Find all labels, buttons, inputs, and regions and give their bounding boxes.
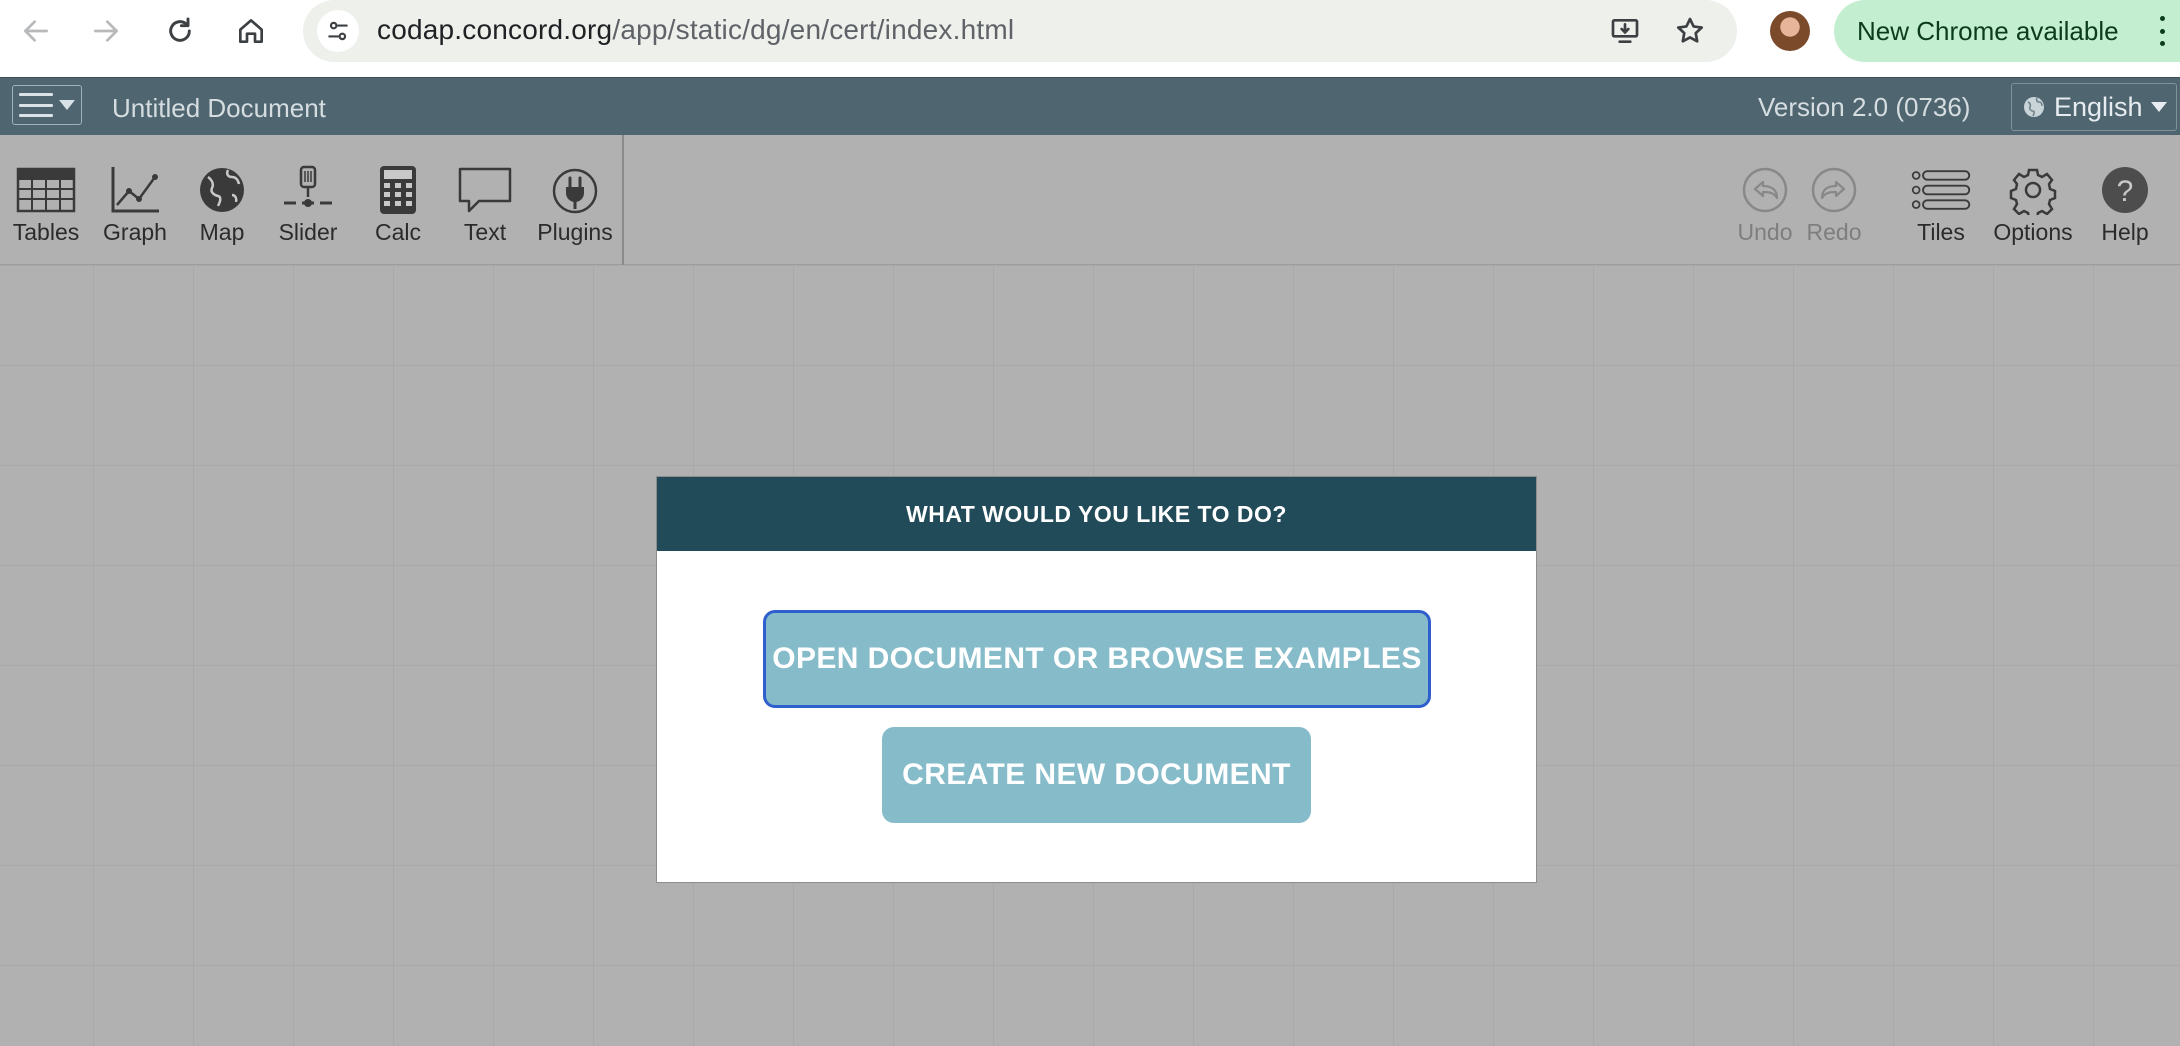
help-button[interactable]: ? Help <box>2082 165 2168 246</box>
text-label: Text <box>463 219 507 245</box>
new-chrome-available-button[interactable]: New Chrome available <box>1834 0 2180 62</box>
more-vert-icon <box>2158 16 2166 46</box>
help-label: Help <box>2101 219 2149 245</box>
forward-button[interactable] <box>86 11 126 51</box>
profile-avatar[interactable] <box>1770 11 1810 51</box>
open-document-button[interactable]: OPEN DOCUMENT OR BROWSE EXAMPLES <box>763 610 1431 708</box>
tiles-list-icon <box>1911 170 1971 210</box>
globe-icon <box>200 168 244 212</box>
chevron-down-icon <box>2150 102 2167 112</box>
slider-icon <box>284 165 332 207</box>
address-bar[interactable]: codap.concord.org/app/static/dg/en/cert/… <box>303 0 1737 62</box>
url-text: codap.concord.org/app/static/dg/en/cert/… <box>377 14 1014 46</box>
undo-icon <box>1742 167 1788 213</box>
codap-toolbar: Tables Graph Map Slider Calc Text Plugin… <box>0 135 2180 265</box>
startup-dialog: WHAT WOULD YOU LIKE TO DO? OPEN DOCUMENT… <box>656 476 1537 883</box>
tables-label: Tables <box>12 219 80 245</box>
calc-tool[interactable]: Calc <box>355 165 441 246</box>
home-button[interactable] <box>231 11 271 51</box>
map-label: Map <box>199 219 245 245</box>
site-settings-button[interactable] <box>317 10 359 52</box>
options-button[interactable]: Options <box>1990 165 2076 246</box>
speech-bubble-icon <box>458 167 512 213</box>
browser-toolbar: codap.concord.org/app/static/dg/en/cert/… <box>0 0 2180 77</box>
text-tool[interactable]: Text <box>442 165 528 246</box>
main-menu-button[interactable] <box>12 85 82 125</box>
back-button[interactable] <box>16 11 56 51</box>
tune-icon <box>328 21 348 41</box>
svg-text:?: ? <box>2117 175 2134 208</box>
version-label: Version 2.0 (0736) <box>1758 92 1971 122</box>
slider-tool[interactable]: Slider <box>265 165 351 246</box>
redo-button[interactable]: Redo <box>1791 165 1877 246</box>
plug-icon <box>552 168 598 214</box>
new-chrome-label: New Chrome available <box>1857 15 2119 46</box>
url-host: codap.concord.org <box>377 14 613 45</box>
document-title[interactable]: Untitled Document <box>112 93 326 124</box>
plugins-tool[interactable]: Plugins <box>532 165 618 246</box>
graph-icon <box>111 167 159 213</box>
back-arrow-icon <box>24 20 48 42</box>
chevron-down-icon <box>59 100 75 110</box>
hamburger-icon <box>19 93 53 117</box>
table-icon <box>16 167 76 213</box>
slider-label: Slider <box>278 219 338 245</box>
calc-label: Calc <box>374 219 421 245</box>
reload-icon <box>169 17 191 42</box>
tables-tool[interactable]: Tables <box>3 165 89 246</box>
language-label: English <box>2054 91 2143 122</box>
toolbar-divider <box>622 135 624 265</box>
create-new-document-button[interactable]: CREATE NEW DOCUMENT <box>882 727 1311 823</box>
graph-tool[interactable]: Graph <box>92 165 178 246</box>
globe-icon <box>2024 97 2044 117</box>
tiles-label: Tiles <box>1917 219 1965 245</box>
calculator-icon <box>380 166 416 214</box>
options-label: Options <box>1993 219 2073 245</box>
home-icon <box>239 19 263 43</box>
map-tool[interactable]: Map <box>179 165 265 246</box>
dialog-title: WHAT WOULD YOU LIKE TO DO? <box>657 477 1536 551</box>
reload-button[interactable] <box>160 11 200 51</box>
bookmark-button[interactable] <box>1671 12 1709 50</box>
tiles-button[interactable]: Tiles <box>1898 165 1984 246</box>
plugins-label: Plugins <box>537 219 613 245</box>
redo-icon <box>1811 167 1857 213</box>
redo-label: Redo <box>1806 219 1862 245</box>
help-icon: ? <box>2102 167 2148 213</box>
install-app-button[interactable] <box>1606 12 1644 50</box>
install-desktop-icon <box>1611 19 1639 43</box>
language-menu[interactable]: English <box>2011 83 2177 131</box>
star-icon <box>1676 17 1704 43</box>
gear-icon <box>2009 168 2057 215</box>
graph-label: Graph <box>103 219 167 245</box>
undo-label: Undo <box>1737 219 1793 245</box>
codap-menu-bar: Untitled Document Version 2.0 (0736) Eng… <box>0 77 2180 135</box>
url-path: /app/static/dg/en/cert/index.html <box>612 14 1015 45</box>
forward-arrow-icon <box>94 20 118 42</box>
